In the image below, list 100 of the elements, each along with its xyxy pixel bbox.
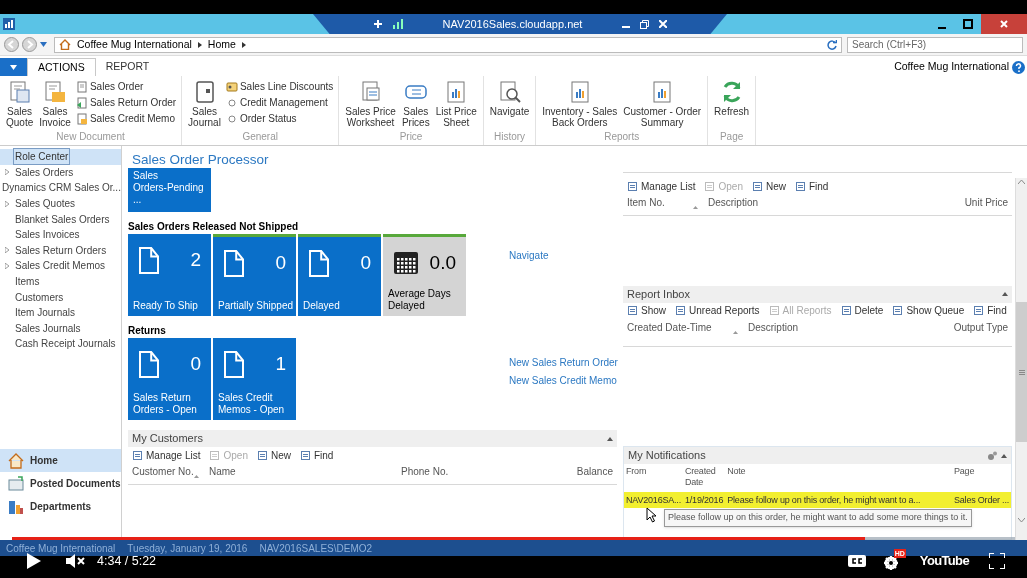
ribbon-button[interactable]: List Price Sheet [434, 80, 478, 130]
toolbar-button[interactable]: Delete [840, 303, 884, 319]
address-field[interactable]: Coffee Mug International Home [54, 36, 842, 53]
cue-tile[interactable]: 1 Sales Credit Memos - Open [213, 338, 296, 420]
column-header[interactable]: Output Type [953, 321, 1008, 334]
sidebar-item[interactable]: Items [0, 273, 121, 290]
ribbon-button[interactable]: Customer - Order Summary [622, 80, 703, 130]
toolbar-button[interactable]: Find [299, 447, 334, 463]
ribbon-button[interactable]: Navigate [488, 80, 531, 130]
table-cell-text: Sales Order ... [952, 494, 1010, 507]
column-header[interactable]: Item No. [627, 197, 693, 209]
fullscreen-button[interactable] [989, 553, 1005, 569]
ribbon-button[interactable]: Inventory - Sales Back Orders [541, 80, 619, 130]
cue-tile[interactable]: 0 Sales Return Orders - Open [128, 338, 211, 420]
column-header[interactable]: Unit Price [964, 197, 1008, 209]
restore-icon[interactable] [640, 19, 650, 29]
column-header[interactable]: Customer No. [132, 466, 194, 478]
ribbon-tab[interactable]: ACTIONS [27, 58, 96, 76]
sidebar-item[interactable]: Sales Quotes [0, 195, 121, 212]
sidebar-item[interactable]: Sales Orders [0, 164, 121, 181]
scrollbar-thumb[interactable] [1016, 302, 1027, 442]
column-header[interactable]: Phone No. [401, 466, 449, 478]
toolbar-icon [675, 305, 686, 317]
sidebar-item[interactable]: Cash Receipt Journals [0, 336, 121, 352]
collapse-icon[interactable] [1002, 292, 1008, 297]
help-icon[interactable] [1012, 60, 1025, 74]
sidebar-item[interactable]: Sales Invoices [0, 226, 121, 243]
toolbar-button[interactable]: Manage List [132, 447, 201, 463]
action-link[interactable]: New Sales Credit Memo [509, 373, 617, 388]
ribbon-tab[interactable]: REPORT [95, 58, 160, 76]
toolbar-button[interactable]: Show Queue [892, 303, 965, 319]
collapse-icon[interactable] [607, 436, 613, 441]
youtube-logo[interactable]: YouTube [919, 551, 969, 571]
dropdown-icon[interactable] [40, 42, 47, 47]
cue-tile[interactable]: 2 Ready To Ship [128, 234, 211, 316]
sidebar-item[interactable]: Sales Journals [0, 320, 121, 337]
column-header[interactable]: Balance [576, 466, 613, 478]
close-icon[interactable] [659, 20, 668, 28]
ribbon-button[interactable]: Sales Credit Memo [75, 112, 177, 126]
column-header[interactable]: From [624, 464, 683, 482]
scroll-up-icon [1018, 180, 1025, 184]
ribbon-button[interactable]: Sales Price Worksheet [344, 80, 397, 130]
play-button[interactable] [27, 552, 43, 570]
toolbar-icon [794, 180, 806, 192]
cue-tile[interactable]: 0 Delayed [298, 234, 381, 316]
ribbon-button[interactable]: Sales Quote [5, 80, 35, 130]
column-header[interactable]: Name [209, 466, 401, 478]
toolbar-button[interactable]: Find [973, 303, 1007, 319]
ribbon-button[interactable]: Refresh [713, 80, 751, 130]
toolbar-button[interactable]: New [256, 447, 291, 463]
toolbar-button[interactable]: Manage List [627, 178, 696, 194]
notification-row[interactable]: NAV2016SA... 1/19/2016 Please follow up on this order, he might want to a... Sales Order ... [624, 492, 1011, 509]
toolbar-icon [768, 305, 780, 317]
maximize-icon [963, 19, 973, 29]
column-header[interactable]: Description [708, 197, 908, 209]
ribbon-button[interactable]: Credit Management [225, 96, 334, 110]
mute-button[interactable] [66, 552, 85, 570]
sidebar-item[interactable]: Blanket Sales Orders [0, 211, 121, 227]
document-icon [138, 246, 160, 274]
toolbar-button[interactable]: New [751, 178, 786, 194]
action-link[interactable]: Navigate [509, 248, 617, 263]
sidebar-item[interactable]: Item Journals [0, 304, 121, 321]
document-icon [308, 249, 330, 277]
column-header[interactable]: Note [725, 464, 952, 482]
sidebar-item[interactable]: Role Center [0, 149, 121, 165]
toolbar-button[interactable]: Find [794, 178, 829, 194]
toolbar-button[interactable]: Unread Reports [675, 303, 760, 319]
search-field[interactable]: Search (Ctrl+F3) [847, 36, 1023, 53]
window-title: NAV2016Sales.cloudapp.net [442, 16, 583, 32]
expand-icon [4, 262, 9, 269]
refresh-icon[interactable] [827, 39, 837, 50]
column-header[interactable]: Page [951, 464, 1011, 482]
ribbon-button[interactable]: Sales Line Discounts [225, 80, 334, 94]
sidebar-item[interactable]: Sales Return Orders [0, 242, 121, 259]
ribbon-button[interactable]: Sales Journal [187, 80, 222, 130]
ribbon-button[interactable]: Sales Order [75, 80, 177, 94]
action-link[interactable]: New Sales Return Order [509, 355, 617, 370]
menu-button[interactable] [0, 58, 27, 76]
column-header[interactable]: Created Date [682, 464, 726, 493]
nav-button[interactable]: Posted Documents [0, 472, 121, 495]
ribbon-button[interactable]: Order Status [225, 112, 334, 126]
sidebar-item[interactable]: Sales Credit Memos [0, 258, 121, 274]
sidebar-item[interactable]: Dynamics CRM Sales Or... [0, 180, 121, 196]
sidebar-item[interactable]: Customers [0, 289, 121, 305]
collapse-icon[interactable] [1001, 453, 1007, 458]
nav-button[interactable]: Departments [0, 495, 121, 518]
cue-tile[interactable]: 0.0 Average Days Delayed [383, 234, 466, 316]
scrollbar[interactable] [1015, 178, 1027, 540]
ribbon-button[interactable]: Sales Return Order [75, 96, 177, 110]
close-button[interactable] [981, 14, 1027, 34]
toolbar-button[interactable]: Show [627, 303, 666, 319]
breadcrumb-item[interactable]: Coffee Mug International [77, 36, 192, 53]
column-header[interactable]: Created Date-Time [627, 321, 733, 334]
nav-button[interactable]: Home [0, 449, 121, 472]
column-header[interactable]: Description [748, 321, 928, 334]
ribbon-button[interactable]: Sales Invoice [38, 80, 72, 130]
cue-tile[interactable]: Sales Orders-Pending ... [128, 168, 211, 212]
cue-tile[interactable]: 0 Partially Shipped [213, 234, 296, 316]
breadcrumb-item[interactable]: Home [207, 36, 236, 53]
ribbon-button[interactable]: Sales Prices [400, 80, 431, 130]
